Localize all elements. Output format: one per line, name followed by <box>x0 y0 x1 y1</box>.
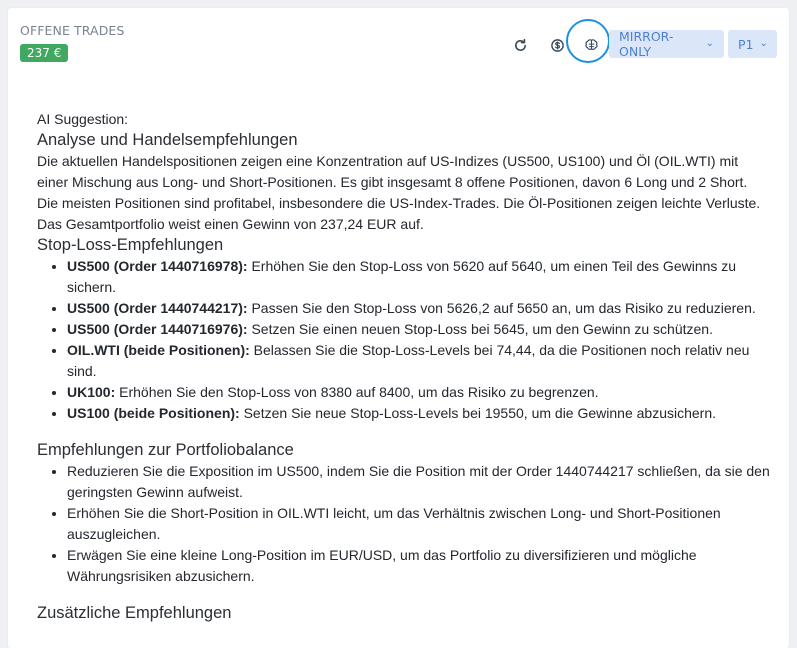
chevron-down-icon: ⌄ <box>759 37 768 49</box>
refresh-button[interactable] <box>509 34 531 56</box>
profile-dropdown-label: P1 <box>738 36 754 52</box>
analysis-text: Die aktuellen Handelspositionen zeigen e… <box>37 153 761 232</box>
currency-exchange-icon <box>550 38 564 52</box>
profit-badge: 237 € <box>20 44 69 62</box>
ai-suggestion-panel: AI Suggestion: Analyse und Handelsempfeh… <box>37 109 772 624</box>
list-item-key: US500 (Order 1440716978): <box>67 258 248 274</box>
balance-list: Reduzieren Sie die Exposition im US500, … <box>37 461 772 587</box>
heading-analysis: Analyse und Handelsempfehlungen <box>37 131 298 149</box>
list-item: US100 (beide Positionen): Setzen Sie neu… <box>67 403 772 424</box>
mode-dropdown-label: MIRROR-ONLY <box>619 29 674 59</box>
ai-suggestion-label: AI Suggestion: <box>37 111 129 127</box>
list-item: OIL.WTI (beide Positionen): Belassen Sie… <box>67 340 772 382</box>
list-item-text: Setzen Sie einen neuen Stop-Loss bei 564… <box>247 321 713 337</box>
heading-balance: Empfehlungen zur Portfoliobalance <box>37 441 294 459</box>
list-item-key: OIL.WTI (beide Positionen): <box>67 342 250 358</box>
list-item-text: Setzen Sie neue Stop-Loss-Levels bei 195… <box>239 405 716 421</box>
ai-suggestion-button[interactable] <box>580 34 602 56</box>
list-item-key: UK100: <box>67 384 116 400</box>
card-title: OFFENE TRADES <box>20 23 125 38</box>
list-item: US500 (Order 1440716978): Erhöhen Sie de… <box>67 256 772 298</box>
list-item: Erhöhen Sie die Short-Position in OIL.WT… <box>67 503 772 545</box>
list-item-key: US100 (beide Positionen): <box>67 405 240 421</box>
list-item-key: US500 (Order 1440716976): <box>67 321 248 337</box>
list-item-key: US500 (Order 1440744217): <box>67 300 248 316</box>
list-item: US500 (Order 1440716976): Setzen Sie ein… <box>67 319 772 340</box>
heading-additional: Zusätzliche Empfehlungen <box>37 604 232 622</box>
mode-dropdown[interactable]: MIRROR-ONLY ⌄ <box>609 29 724 59</box>
profile-dropdown[interactable]: P1 ⌄ <box>728 30 777 58</box>
list-item: UK100: Erhöhen Sie den Stop-Loss von 838… <box>67 382 772 403</box>
refresh-icon <box>514 38 526 51</box>
list-item-text: Erhöhen Sie den Stop-Loss von 8380 auf 8… <box>115 384 599 400</box>
list-item: Erwägen Sie eine kleine Long-Position im… <box>67 545 772 587</box>
list-item: Reduzieren Sie die Exposition im US500, … <box>67 461 772 503</box>
chevron-down-icon: ⌄ <box>705 37 714 49</box>
open-trades-card: OFFENE TRADES 237 € MIRROR-ONLY ⌄ P1 ⌄ A… <box>8 8 789 648</box>
brain-ai-icon <box>584 38 598 50</box>
stoploss-list: US500 (Order 1440716978): Erhöhen Sie de… <box>37 256 772 424</box>
list-item-text: Passen Sie den Stop-Loss von 5626,2 auf … <box>247 300 756 316</box>
heading-stoploss: Stop-Loss-Empfehlungen <box>37 236 224 254</box>
list-item: US500 (Order 1440744217): Passen Sie den… <box>67 298 772 319</box>
currency-button[interactable] <box>546 34 568 56</box>
